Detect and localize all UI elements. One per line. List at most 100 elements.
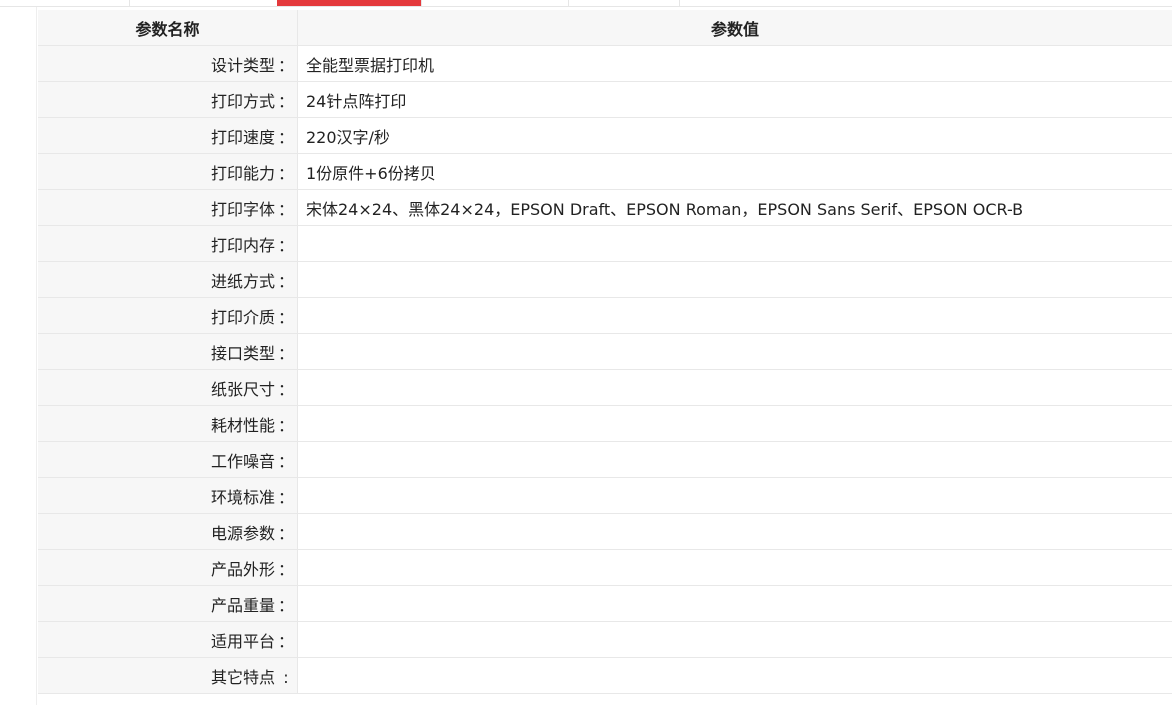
- spec-row: 设计类型：全能型票据打印机: [38, 45, 1172, 82]
- header-param-value: 参数值: [297, 10, 1172, 46]
- spec-name-colon: ：: [277, 379, 294, 399]
- spec-value-cell: [297, 621, 1172, 658]
- spec-value-cell: 220汉字/秒: [297, 117, 1172, 154]
- spec-value-cell: [297, 405, 1172, 442]
- spec-row: 打印速度： 220汉字/秒: [38, 117, 1172, 154]
- spec-row: 产品外形：: [38, 549, 1172, 586]
- spec-name-label: 环境标准: [210, 487, 275, 507]
- spec-name-colon: ：: [277, 307, 294, 327]
- spec-name-label: 适用平台: [210, 631, 275, 651]
- spec-name-cell: 耗材性能：: [38, 405, 298, 442]
- spec-row: 纸张尺寸：: [38, 369, 1172, 406]
- spec-row: 产品重量：: [38, 585, 1172, 622]
- spec-row: 接口类型：: [38, 333, 1172, 370]
- spec-value-cell: 24针点阵打印: [297, 81, 1172, 118]
- spec-name-cell: 适用平台：: [38, 621, 298, 658]
- spec-name-colon: :: [283, 667, 289, 687]
- spec-row: 电源参数：: [38, 513, 1172, 550]
- spec-value-cell: [297, 477, 1172, 514]
- spec-name-label: 设计类型: [210, 55, 275, 75]
- spec-name-cell: 产品重量：: [38, 585, 298, 622]
- spec-name-colon: ：: [277, 415, 294, 435]
- spec-name-label: 打印速度: [210, 127, 275, 147]
- spec-row: 耗材性能：: [38, 405, 1172, 442]
- spec-row: 打印内存：: [38, 225, 1172, 262]
- spec-name-colon: ：: [277, 271, 294, 291]
- spec-name-cell: 打印字体：: [38, 189, 298, 226]
- spec-name-label: 工作噪音: [210, 451, 275, 471]
- spec-name-label: 接口类型: [210, 343, 275, 363]
- spec-name-label: 打印内存: [210, 235, 275, 255]
- spec-name-label: 耗材性能: [210, 415, 275, 435]
- spec-name-cell: 电源参数：: [38, 513, 298, 550]
- spec-value-cell: 宋体24×24、黑体24×24，EPSON Draft、EPSON Roman，…: [297, 189, 1172, 226]
- spec-name-cell: 环境标准：: [38, 477, 298, 514]
- spec-name-colon: ：: [277, 163, 294, 183]
- spec-name-cell: 其它特点:: [38, 657, 298, 694]
- spec-name-colon: ：: [277, 595, 294, 615]
- spec-row: 打印介质：: [38, 297, 1172, 334]
- spec-row: 进纸方式：: [38, 261, 1172, 298]
- spec-row: 其它特点:: [38, 657, 1172, 694]
- spec-value-cell: [297, 369, 1172, 406]
- spec-value-cell: 1份原件+6份拷贝: [297, 153, 1172, 190]
- spec-name-label: 电源参数: [210, 523, 275, 543]
- spec-name-label: 进纸方式: [210, 271, 275, 291]
- spec-value-cell: [297, 441, 1172, 478]
- spec-value-cell: [297, 585, 1172, 622]
- spec-name-colon: ：: [277, 235, 294, 255]
- spec-value-cell: [297, 297, 1172, 334]
- spec-name-cell: 设计类型：: [38, 45, 298, 82]
- spec-name-cell: 打印速度：: [38, 117, 298, 154]
- spec-name-cell: 打印介质：: [38, 297, 298, 334]
- spec-name-label: 打印方式: [210, 91, 275, 111]
- spec-name-colon: ：: [277, 55, 294, 75]
- tab-bar: [0, 0, 1172, 7]
- spec-name-cell: 纸张尺寸：: [38, 369, 298, 406]
- spec-body: 设计类型：全能型票据打印机 打印方式： 24针点阵打印 打印速度： 220汉字/秒 打印能…: [38, 45, 1172, 694]
- spec-name-colon: ：: [277, 199, 294, 219]
- spec-value-cell: [297, 513, 1172, 550]
- spec-row: 打印字体：宋体24×24、黑体24×24，EPSON Draft、EPSON R…: [38, 189, 1172, 226]
- tab-5[interactable]: [568, 0, 680, 6]
- spec-name-label: 纸张尺寸: [210, 379, 275, 399]
- spec-name-cell: 打印方式：: [38, 81, 298, 118]
- spec-value-cell: [297, 549, 1172, 586]
- spec-name-cell: 产品外形：: [38, 549, 298, 586]
- spec-name-cell: 工作噪音：: [38, 441, 298, 478]
- spec-header-row: 参数名称 参数值: [38, 10, 1172, 46]
- spec-name-colon: ：: [277, 343, 294, 363]
- spec-value-cell: [297, 261, 1172, 298]
- spec-name-colon: ：: [277, 91, 294, 111]
- spec-row: 打印方式： 24针点阵打印: [38, 81, 1172, 118]
- header-param-name: 参数名称: [38, 10, 298, 46]
- spec-value-cell: 全能型票据打印机: [297, 45, 1172, 82]
- spec-name-label: 产品外形: [210, 559, 275, 579]
- tab-4[interactable]: [421, 0, 569, 6]
- tab-active[interactable]: [277, 0, 422, 6]
- spec-name-colon: ：: [277, 523, 294, 543]
- left-rail: [0, 7, 37, 705]
- spec-name-cell: 打印能力：: [38, 153, 298, 190]
- spec-name-colon: ：: [277, 127, 294, 147]
- spec-row: 打印能力： 1份原件+6份拷贝: [38, 153, 1172, 190]
- spec-row: 环境标准：: [38, 477, 1172, 514]
- spec-name-label: 其它特点: [210, 667, 275, 687]
- spec-value-cell: [297, 225, 1172, 262]
- spec-name-cell: 接口类型：: [38, 333, 298, 370]
- spec-value-cell: [297, 657, 1172, 694]
- tab-2[interactable]: [129, 0, 278, 6]
- spec-name-colon: ：: [277, 559, 294, 579]
- spec-name-cell: 进纸方式：: [38, 261, 298, 298]
- spec-row: 适用平台：: [38, 621, 1172, 658]
- spec-name-cell: 打印内存：: [38, 225, 298, 262]
- spec-name-label: 打印字体: [210, 199, 275, 219]
- spec-value-cell: [297, 333, 1172, 370]
- spec-row: 工作噪音：: [38, 441, 1172, 478]
- spec-name-colon: ：: [277, 487, 294, 507]
- tab-1[interactable]: [0, 0, 130, 6]
- spec-name-label: 打印介质: [210, 307, 275, 327]
- spec-name-colon: ：: [277, 631, 294, 651]
- spec-name-label: 打印能力: [210, 163, 275, 183]
- spec-name-colon: ：: [277, 451, 294, 471]
